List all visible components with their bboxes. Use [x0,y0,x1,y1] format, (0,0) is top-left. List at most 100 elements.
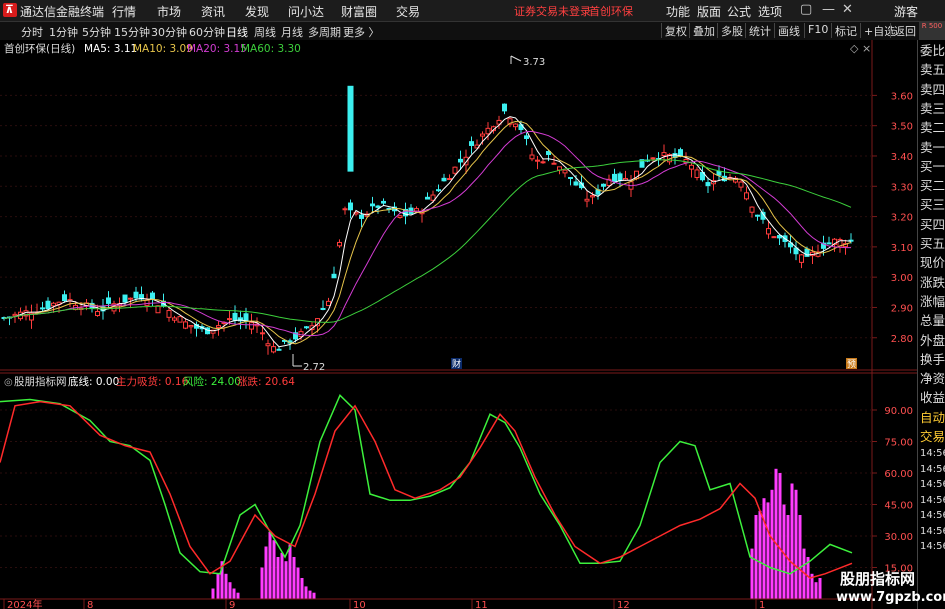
candle-body[interactable] [381,200,386,204]
guest-user[interactable]: 游客 [894,3,918,20]
candle-body[interactable] [524,135,529,139]
kline-chart[interactable]: 3.60 3.50 3.40 3.30 3.20 3.10 3.00 2.90 2.80 3.7… [0,40,917,371]
indicator-chart[interactable]: 90.0075.0060.0045.0030.0015.00 2024年 8 9 10… [0,371,917,609]
menu-item-ask[interactable]: 问小达 [288,3,324,20]
candle-body[interactable] [331,273,337,279]
candle-body[interactable] [771,236,777,239]
candle-body[interactable] [51,302,56,307]
close-icon[interactable]: × [862,42,871,55]
candle-body[interactable] [304,326,309,329]
statistics-button[interactable]: 统计 [745,23,774,38]
period-1min[interactable]: 1分钟 [49,24,78,40]
settings-icon[interactable]: ◎ [4,377,13,388]
candle-body[interactable] [227,318,232,321]
menu-item-discover[interactable]: 发现 [245,3,269,20]
candle-body[interactable] [485,127,491,135]
period-daily[interactable]: 日线 [226,24,248,40]
candle-body[interactable] [480,133,485,137]
candle-body[interactable] [62,294,67,302]
menu-item-options[interactable]: 选项 [758,3,782,20]
candle-body[interactable] [106,297,111,304]
candle-body[interactable] [716,171,722,176]
period-15min[interactable]: 15分钟 [114,24,150,40]
candle-body[interactable] [370,203,375,207]
candle-body[interactable] [326,300,331,307]
menu-item-layout[interactable]: 版面 [697,3,721,20]
candle-body[interactable] [529,154,535,160]
candle-body[interactable] [347,85,354,172]
candle-body[interactable] [249,322,254,330]
close-icon[interactable]: ✕ [842,2,853,17]
candle-body[interactable] [265,343,271,347]
right-panel-item[interactable]: 交易 [920,428,945,446]
candle-body[interactable] [738,181,744,188]
period-weekly[interactable]: 周线 [254,24,276,40]
forecast-mark[interactable]: 预 [847,359,856,370]
candle-body[interactable] [568,176,573,179]
menu-item-quotes[interactable]: 行情 [112,3,136,20]
overlay-button[interactable]: 叠加 [689,23,718,38]
menu-item-news[interactable]: 资讯 [201,3,225,20]
candle-body[interactable] [436,189,441,192]
candle-body[interactable] [348,202,353,211]
candle-body[interactable] [133,291,139,299]
candle-body[interactable] [661,152,667,157]
menu-item-function[interactable]: 功能 [666,3,690,20]
candle-body[interactable] [601,183,606,187]
f10-button[interactable]: F10 [804,23,831,38]
period-5min[interactable]: 5分钟 [82,24,111,40]
candle-body[interactable] [183,321,188,329]
candle-body[interactable] [551,162,557,165]
menu-item-wealth[interactable]: 财富圈 [341,3,377,20]
candle-body[interactable] [540,161,546,164]
candle-body[interactable] [694,169,700,178]
candle-body[interactable] [271,346,276,353]
candle-body[interactable] [320,308,326,311]
mark-button[interactable]: 标记 [831,23,860,38]
candle-body[interactable] [705,182,711,187]
candle-body[interactable] [40,307,45,310]
candle-body[interactable] [799,254,804,263]
maximize-icon[interactable]: ▢ [800,2,812,17]
candle-body[interactable] [562,169,568,174]
financial-report-mark[interactable]: 财 [452,358,461,370]
period-multi[interactable]: 多周期 [308,24,341,40]
candle-body[interactable] [425,196,430,200]
candle-body[interactable] [590,195,595,198]
candle-body[interactable] [458,158,463,163]
menu-item-trade[interactable]: 交易 [396,3,420,20]
candle-body[interactable] [584,198,590,202]
candle-body[interactable] [535,159,540,162]
candle-body[interactable] [826,242,832,245]
draw-line-button[interactable]: 画线 [774,23,803,38]
candle-body[interactable] [744,192,749,200]
candle-body[interactable] [128,297,133,300]
candle-body[interactable] [45,300,51,310]
candle-body[interactable] [755,214,760,217]
candle-body[interactable] [12,313,18,317]
login-warning[interactable]: 证券交易未登录 [514,3,591,19]
candle-body[interactable] [617,173,623,182]
candle-body[interactable] [122,294,128,303]
candle-body[interactable] [749,206,755,213]
menu-item-formula[interactable]: 公式 [727,3,751,20]
restore-rights-button[interactable]: 复权 [661,23,690,38]
candle-body[interactable] [397,215,403,218]
candle-body[interactable] [447,178,452,181]
period-30min[interactable]: 30分钟 [151,24,187,40]
diamond-icon[interactable]: ◇ [850,42,859,55]
minimize-icon[interactable]: — [822,2,835,17]
candle-body[interactable] [612,173,617,183]
back-button[interactable]: 返回 [890,23,919,38]
candle-body[interactable] [502,103,507,112]
candle-body[interactable] [359,214,364,219]
candle-body[interactable] [452,166,458,174]
candle-body[interactable] [441,177,447,182]
candle-body[interactable] [689,164,694,170]
period-monthly[interactable]: 月线 [281,24,303,40]
candle-body[interactable] [216,325,221,328]
candle-body[interactable] [678,149,683,157]
candle-body[interactable] [144,299,150,306]
period-timeshare[interactable]: 分时 [21,24,43,40]
candle-body[interactable] [150,292,155,300]
